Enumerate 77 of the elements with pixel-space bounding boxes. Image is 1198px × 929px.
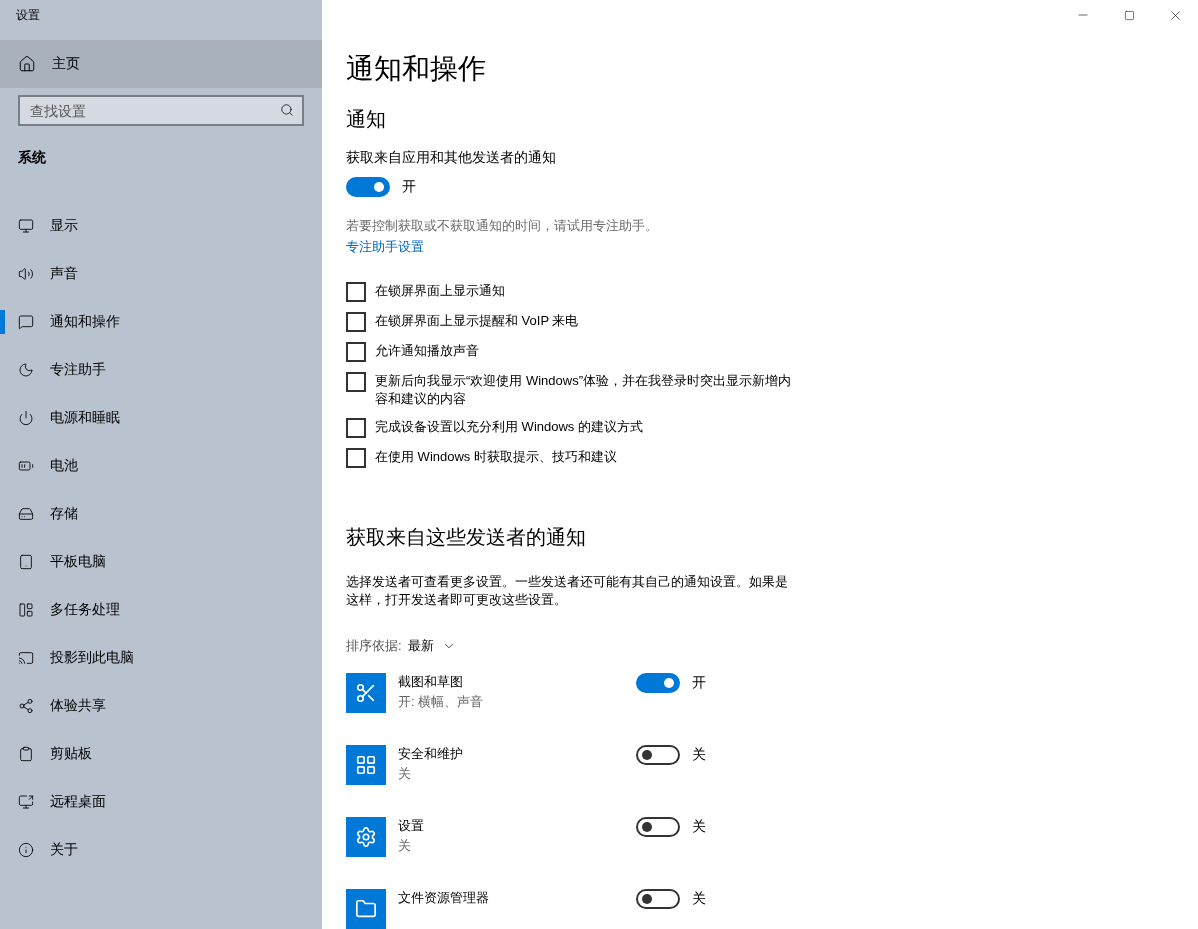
section-heading: 通知 [346,107,387,132]
toggle-switch[interactable] [636,889,680,909]
nav-item[interactable]: 通知和操作 [0,298,322,346]
toggle-label: 关 [692,746,706,764]
monitor-icon [18,218,34,234]
app-name: 设置 [398,817,425,835]
toggle-switch[interactable] [346,177,390,197]
app-name: 安全和维护 [398,745,464,763]
nav-item[interactable]: 专注助手 [0,346,322,394]
sort-label: 排序依据: [346,637,402,655]
toggle-label: 开 [692,674,706,692]
nav-item[interactable]: 声音 [0,250,322,298]
nav-item[interactable]: 电源和睡眠 [0,394,322,442]
power-icon [18,410,34,426]
share-icon [18,698,34,714]
clipboard-icon [18,746,34,762]
checkbox[interactable] [346,312,366,332]
nav-item[interactable]: 存储 [0,490,322,538]
info-icon [18,842,34,858]
setting-label: 获取来自应用和其他发送者的通知 [346,149,557,167]
checkbox[interactable] [346,372,366,392]
app-status: 开: 横幅、声音 [398,693,485,711]
toggle-switch[interactable] [636,745,680,765]
panels-icon [18,602,34,618]
folder-icon [355,898,377,920]
drive-icon [18,506,34,522]
scissors-icon [355,682,377,704]
tablet-icon [18,554,34,570]
checkbox[interactable] [346,282,366,302]
toggle-switch[interactable] [636,817,680,837]
speech-bubble-icon [18,314,34,330]
settings-icon [355,826,377,848]
moon-icon [18,362,34,378]
app-name: 截图和草图 [398,673,464,691]
app-status: 关 [398,837,412,855]
focus-assist-link[interactable]: 专注助手设置 [346,238,424,256]
screens-icon [18,650,34,666]
checkbox[interactable] [346,418,366,438]
app-status: 关 [398,765,412,783]
sort-dropdown[interactable]: 最新 [407,637,456,655]
checkbox-label: 更新后向我显示“欢迎使用 Windows”体验，并在我登录时突出显示新增内容和建议的内容 [375,372,792,408]
battery-icon [18,458,34,474]
nav-item[interactable]: 剪贴板 [0,730,322,778]
app-name: 文件资源管理器 [398,889,490,907]
hint-text: 若要控制获取或不获取通知的时间，请试用专注助手。 [346,217,659,235]
grid-icon [355,754,377,776]
toggle-label: 关 [692,890,706,908]
section-heading: 获取来自这些发送者的通知 [346,525,587,550]
screen-share-icon [18,794,34,810]
search-icon [280,103,294,117]
maximize-icon [1123,9,1135,21]
nav-item[interactable]: 电池 [0,442,322,490]
nav-item[interactable]: 关于 [0,826,322,874]
nav-item[interactable]: 远程桌面 [0,778,322,826]
checkbox-label: 允许通知播放声音 [375,342,479,360]
description-text: 选择发送者可查看更多设置。一些发送者还可能有其自己的通知设置。如果是这样，打开发送者即可更改这些设置。 [346,573,789,609]
home-icon [18,55,36,73]
nav-item[interactable]: 体验共享 [0,682,322,730]
toggle-label: 开 [402,178,416,196]
checkbox-label: 在锁屏界面上显示通知 [375,282,505,300]
checkbox-label: 在使用 Windows 时获取提示、技巧和建议 [375,448,617,466]
checkbox[interactable] [346,448,366,468]
checkbox[interactable] [346,342,366,362]
search-field[interactable]: 查找设置 [18,95,304,126]
checkbox-label: 在锁屏界面上显示提醒和 VoIP 来电 [375,312,579,330]
nav-item[interactable]: 投影到此电脑 [0,634,322,682]
nav-item[interactable]: 显示 [0,202,322,250]
home-nav-item[interactable]: 主页 [0,40,322,88]
nav-item[interactable]: 平板电脑 [0,538,322,586]
toggle-switch[interactable] [636,673,680,693]
checkbox-label: 完成设备设置以充分利用 Windows 的建议方式 [375,418,643,436]
window-title: 设置 [15,7,41,24]
section-label: 系统 [17,148,47,167]
page-title: 通知和操作 [346,52,487,86]
nav-item[interactable]: 多任务处理 [0,586,322,634]
speaker-icon [18,266,34,282]
toggle-label: 关 [692,818,706,836]
